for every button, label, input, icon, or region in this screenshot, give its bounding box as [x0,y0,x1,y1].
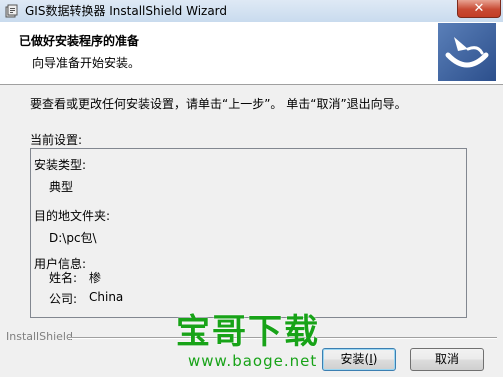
install-label: 安装( [340,352,370,366]
setup-type-label: 安装类型: [34,158,87,172]
banner-subtitle: 向导准备开始安装。 [32,56,141,70]
installshield-brand: InstallShield [6,330,73,343]
installshield-logo-icon [438,23,496,81]
company-value: China [89,290,124,304]
close-icon: ✕ [473,1,485,16]
close-button[interactable]: ✕ [457,0,501,18]
watermark-url: www.baoge.net [188,352,318,370]
current-settings-label: 当前设置: [30,133,83,147]
installer-app-icon [5,4,18,18]
instruction-text: 要查看或更改任何安装设置，请单击“上一步”。 单击“取消”退出向导。 [30,97,407,111]
cancel-label: 取消 [434,352,459,366]
install-label-suffix: ) [372,352,378,366]
watermark-text: 宝哥下载 [176,312,320,352]
watermark-overlay: 宝哥下载 www.baoge.net [174,312,324,372]
header-banner: 已做好安装程序的准备 向导准备开始安装。 [0,22,503,85]
name-value: 椮 [89,271,102,285]
dest-folder-label: 目的地文件夹: [34,209,111,223]
install-button[interactable]: 安装(I) [322,348,396,371]
setup-type-value: 典型 [49,180,74,194]
title-bar[interactable]: GIS数据转换器 InstallShield Wizard ✕ [0,0,503,22]
installer-window: GIS数据转换器 InstallShield Wizard ✕ 已做好安装程序的… [0,0,503,377]
company-label: 公司: [49,292,78,306]
window-title: GIS数据转换器 InstallShield Wizard [25,4,228,18]
dest-folder-value: D:\pc包\ [49,231,97,245]
name-label: 姓名: [49,271,78,285]
cancel-button[interactable]: 取消 [410,348,484,371]
banner-title: 已做好安装程序的准备 [19,34,140,48]
settings-summary-box[interactable]: 安装类型: 典型 目的地文件夹: D:\pc包\ 用户信息: 姓名: 椮 公司:… [30,148,467,318]
